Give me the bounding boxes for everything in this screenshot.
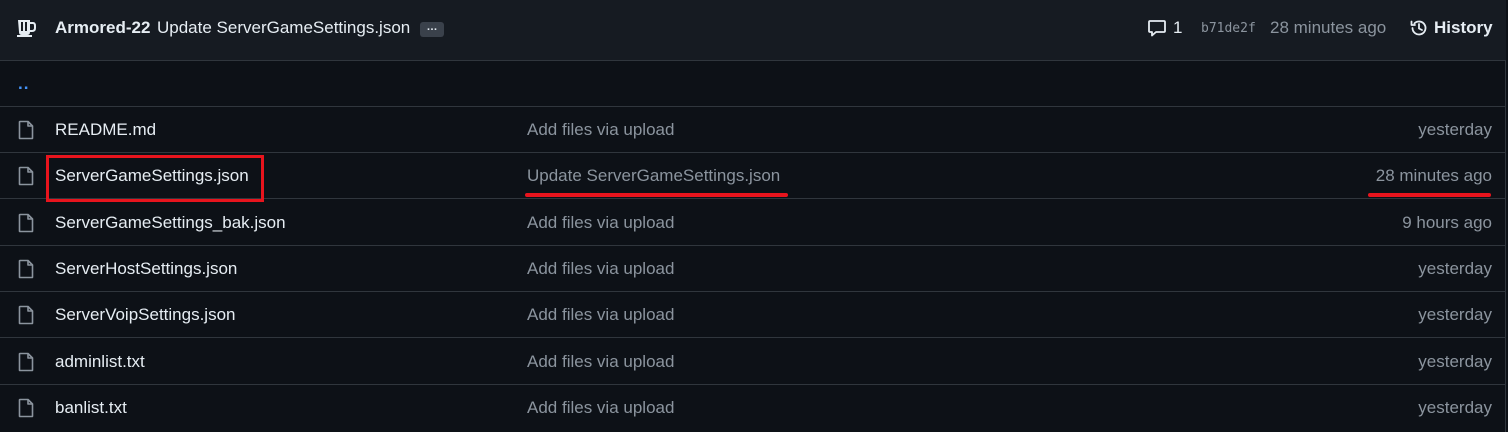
file-commit-time: yesterday [1418,305,1492,325]
file-icon [17,166,35,186]
latest-commit-header: Armored-22 Update ServerGameSettings.jso… [0,0,1506,61]
file-icon [17,213,35,233]
file-commit-link[interactable]: Add files via upload [527,352,674,372]
annotation-underline-time [1368,193,1491,197]
file-commit-link[interactable]: Add files via upload [527,120,674,140]
annotation-box [46,155,264,202]
file-name-link[interactable]: ServerHostSettings.json [55,259,237,279]
file-icon [17,398,35,418]
expand-commit-message-button[interactable]: … [420,22,444,37]
file-commit-link[interactable]: Add files via upload [527,213,674,233]
file-row[interactable]: ServerHostSettings.json Add files via upl… [0,246,1506,292]
file-row[interactable]: README.md Add files via upload yesterday [0,107,1506,153]
file-commit-time: 9 hours ago [1402,212,1492,232]
file-icon [17,259,35,279]
annotation-underline-commit [525,193,788,197]
history-link[interactable]: History [1434,18,1493,38]
commit-sha-link[interactable]: b71de2f [1201,21,1256,36]
file-name-link[interactable]: ServerVoipSettings.json [55,305,236,325]
file-icon [17,305,35,325]
file-name-link[interactable]: ServerGameSettings_bak.json [55,213,286,233]
file-browser-panel: Armored-22 Update ServerGameSettings.jso… [0,0,1506,432]
parent-directory-link[interactable]: .. [18,74,29,94]
file-commit-link[interactable]: Add files via upload [527,398,674,418]
commit-time: 28 minutes ago [1270,18,1387,37]
file-name-link[interactable]: README.md [55,120,156,140]
commit-message-link[interactable]: Update ServerGameSettings.json [157,18,410,38]
file-commit-time: yesterday [1418,258,1492,278]
file-row[interactable]: ServerGameSettings_bak.json Add files via… [0,200,1506,246]
file-row[interactable]: adminlist.txt Add files via upload yesterd… [0,339,1506,385]
file-commit-time: yesterday [1418,397,1492,417]
commit-author-link[interactable]: Armored-22 [55,18,150,38]
history-icon[interactable] [1409,18,1429,38]
file-commit-link[interactable]: Update ServerGameSettings.json [527,166,780,186]
file-commit-link[interactable]: Add files via upload [527,305,674,325]
file-commit-time: yesterday [1418,120,1492,139]
file-commit-link[interactable]: Add files via upload [527,259,674,279]
file-icon [17,120,35,140]
file-icon [17,352,35,372]
file-row[interactable]: banlist.txt Add files via upload yesterday [0,385,1506,431]
comment-icon[interactable] [1147,18,1167,38]
avatar[interactable] [16,16,38,38]
file-row[interactable]: ServerVoipSettings.json Add files via upl… [0,292,1506,339]
file-name-link[interactable]: adminlist.txt [55,352,145,372]
comment-count[interactable]: 1 [1173,18,1182,38]
file-name-link[interactable]: banlist.txt [55,398,127,418]
parent-directory-row[interactable]: .. [0,61,1506,107]
file-commit-time: 28 minutes ago [1375,166,1492,186]
file-commit-time: yesterday [1418,351,1492,371]
